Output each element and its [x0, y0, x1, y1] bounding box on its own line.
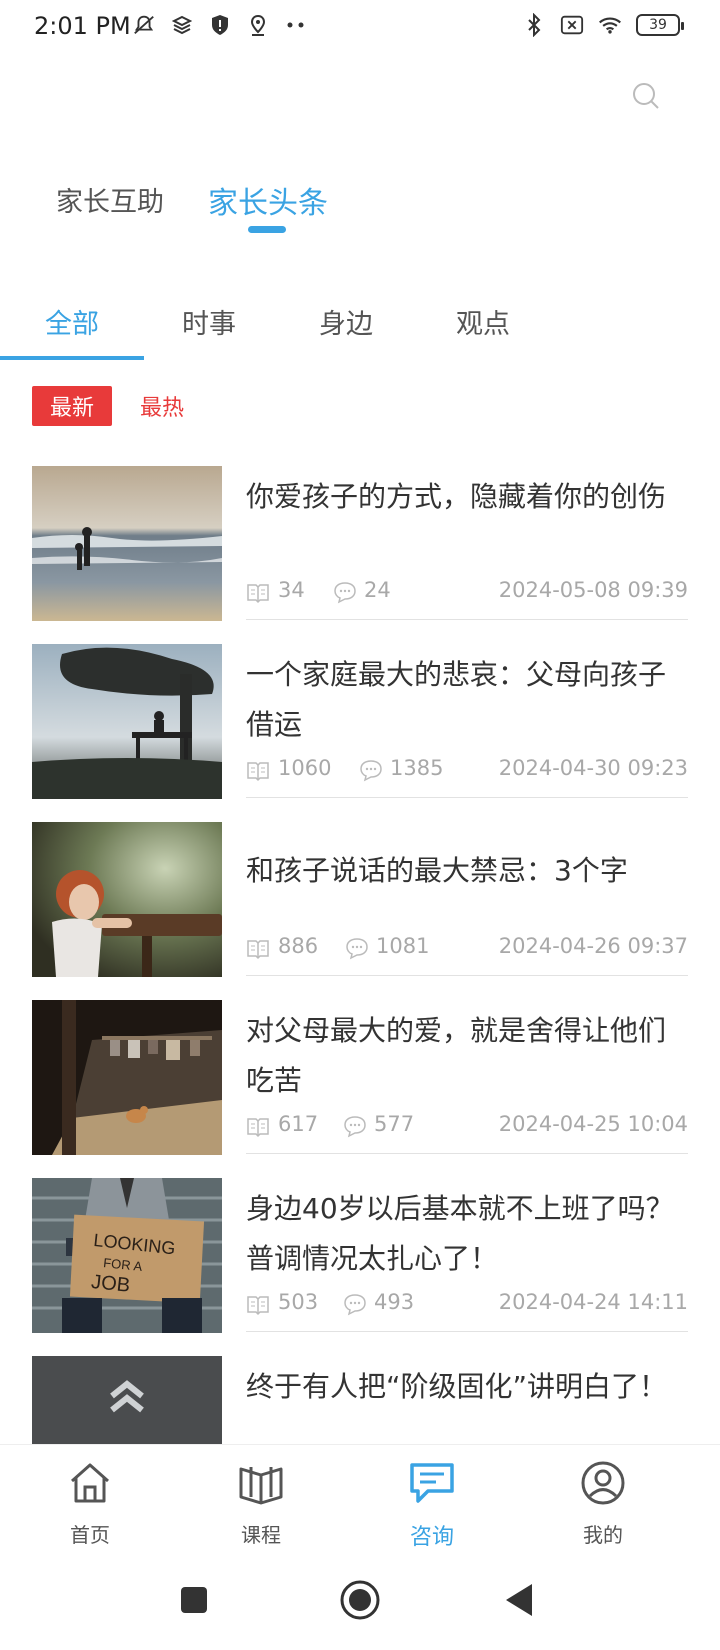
divider [246, 1153, 688, 1154]
comment-icon [344, 1294, 366, 1316]
back-icon[interactable] [498, 1578, 542, 1622]
article-thumbnail [32, 466, 222, 621]
tab-parent-mutual-help[interactable]: 家长互助 [56, 180, 164, 219]
nav-courses[interactable]: 课程 [171, 1445, 351, 1561]
article-thumbnail [32, 1000, 222, 1155]
status-time: 2:01 PM [34, 12, 131, 40]
bluetooth-icon [522, 12, 546, 38]
top-tabs: 家长互助 家长头条 [0, 170, 720, 240]
tab-current-affairs[interactable]: 时事 [137, 302, 281, 341]
home-button-icon[interactable] [338, 1578, 382, 1622]
book-open-icon [247, 1296, 269, 1316]
article-title: 一个家庭最大的悲哀：父母向孩子借运 [246, 658, 667, 741]
article-title: 你爱孩子的方式，隐藏着你的创伤 [246, 480, 667, 513]
view-count: 1060 [278, 756, 332, 780]
article-meta: 503 493 2024-04-24 14:11 [246, 1286, 688, 1326]
list-item[interactable]: 对父母最大的爱，就是舍得让他们吃苦 617 577 2024-04-25 10:… [0, 1000, 720, 1187]
nav-label: 课程 [241, 1523, 281, 1547]
recent-apps-icon[interactable] [172, 1578, 216, 1622]
tab-parent-headlines[interactable]: 家长头条 [208, 178, 328, 222]
article-thumbnail [32, 1356, 222, 1444]
view-count: 503 [278, 1290, 319, 1314]
status-bar: 2:01 PM 39 [0, 0, 720, 56]
tab-opinions[interactable]: 观点 [411, 302, 555, 341]
article-meta: 1060 1385 2024-04-30 09:23 [246, 752, 688, 792]
search-icon[interactable] [630, 80, 664, 114]
article-date: 2024-04-26 09:37 [498, 934, 688, 958]
article-thumbnail [32, 644, 222, 799]
article-title: 对父母最大的爱，就是舍得让他们吃苦 [246, 1014, 667, 1097]
nav-consult[interactable]: 咨询 [342, 1445, 522, 1561]
comment-count: 1081 [376, 934, 430, 958]
no-sim-icon [560, 12, 584, 38]
sort-newest-button[interactable]: 最新 [32, 386, 112, 426]
nav-profile[interactable]: 我的 [513, 1445, 693, 1561]
tab-nearby[interactable]: 身边 [274, 302, 418, 341]
battery-icon: 39 [636, 14, 684, 36]
list-item[interactable]: 你爱孩子的方式，隐藏着你的创伤 34 24 2024-05-08 09:39 [0, 466, 720, 653]
book-open-icon [247, 762, 269, 782]
more-dots-icon [284, 12, 308, 38]
comment-count: 24 [364, 578, 391, 602]
divider [246, 619, 688, 620]
article-date: 2024-04-25 10:04 [498, 1112, 688, 1136]
article-list: 你爱孩子的方式，隐藏着你的创伤 34 24 2024-05-08 09:39 一… [0, 466, 720, 1444]
system-nav-bar [0, 1560, 720, 1650]
comment-icon [334, 582, 356, 604]
article-meta: 617 577 2024-04-25 10:04 [246, 1108, 688, 1148]
article-thumbnail [32, 822, 222, 977]
article-title: 和孩子说话的最大禁忌：3个字 [246, 854, 628, 887]
article-title: 终于有人把“阶级固化”讲明白了！ [246, 1370, 668, 1403]
comment-count: 1385 [390, 756, 444, 780]
list-item[interactable]: 一个家庭最大的悲哀：父母向孩子借运 1060 1385 2024-04-30 0… [0, 644, 720, 831]
list-item[interactable]: 和孩子说话的最大禁忌：3个字 886 1081 2024-04-26 09:37 [0, 822, 720, 1009]
article-thumbnail: LOOKING FOR A JOB [32, 1178, 222, 1333]
sort-hottest-button[interactable]: 最热 [140, 386, 184, 426]
article-title: 身边40岁以后基本就不上班了吗？普调情况太扎心了！ [246, 1192, 674, 1275]
book-icon [239, 1467, 283, 1505]
top-tab-indicator [248, 226, 286, 233]
category-tabs: 全部 时事 身边 观点 [0, 290, 720, 362]
article-date: 2024-05-08 09:39 [498, 578, 688, 602]
location-icon [246, 12, 270, 38]
nav-label: 咨询 [409, 1525, 454, 1550]
comment-count: 577 [374, 1112, 415, 1136]
mute-icon [132, 12, 156, 38]
comment-count: 493 [374, 1290, 415, 1314]
comment-icon [344, 1116, 366, 1138]
shield-icon [208, 12, 232, 38]
divider [246, 975, 688, 976]
list-item[interactable]: LOOKING FOR A JOB 身边40岁以后基本就不上班了吗？普调情况太扎… [0, 1178, 720, 1365]
category-tab-indicator [0, 356, 144, 360]
profile-icon [581, 1461, 625, 1505]
article-date: 2024-04-24 14:11 [498, 1290, 688, 1314]
bottom-nav: 首页 课程 咨询 我的 [0, 1444, 720, 1560]
comment-icon [346, 938, 368, 960]
comment-icon [360, 760, 382, 782]
book-open-icon [247, 584, 269, 604]
divider [246, 797, 688, 798]
wifi-icon [598, 12, 622, 38]
tab-all[interactable]: 全部 [0, 302, 144, 341]
view-count: 886 [278, 934, 319, 958]
article-meta: 886 1081 2024-04-26 09:37 [246, 930, 688, 970]
view-count: 34 [278, 578, 305, 602]
article-date: 2024-04-30 09:23 [498, 756, 688, 780]
layers-icon [170, 12, 194, 38]
book-open-icon [247, 940, 269, 960]
sign-text: JOB [90, 1271, 131, 1297]
divider [246, 1331, 688, 1332]
nav-home[interactable]: 首页 [0, 1445, 180, 1561]
nav-label: 我的 [583, 1523, 623, 1547]
book-open-icon [247, 1118, 269, 1138]
chat-icon [410, 1463, 454, 1503]
article-meta: 34 24 2024-05-08 09:39 [246, 574, 688, 614]
home-icon [71, 1463, 109, 1503]
view-count: 617 [278, 1112, 319, 1136]
list-item[interactable]: 终于有人把“阶级固化”讲明白了！ [0, 1356, 720, 1444]
nav-label: 首页 [70, 1523, 110, 1547]
